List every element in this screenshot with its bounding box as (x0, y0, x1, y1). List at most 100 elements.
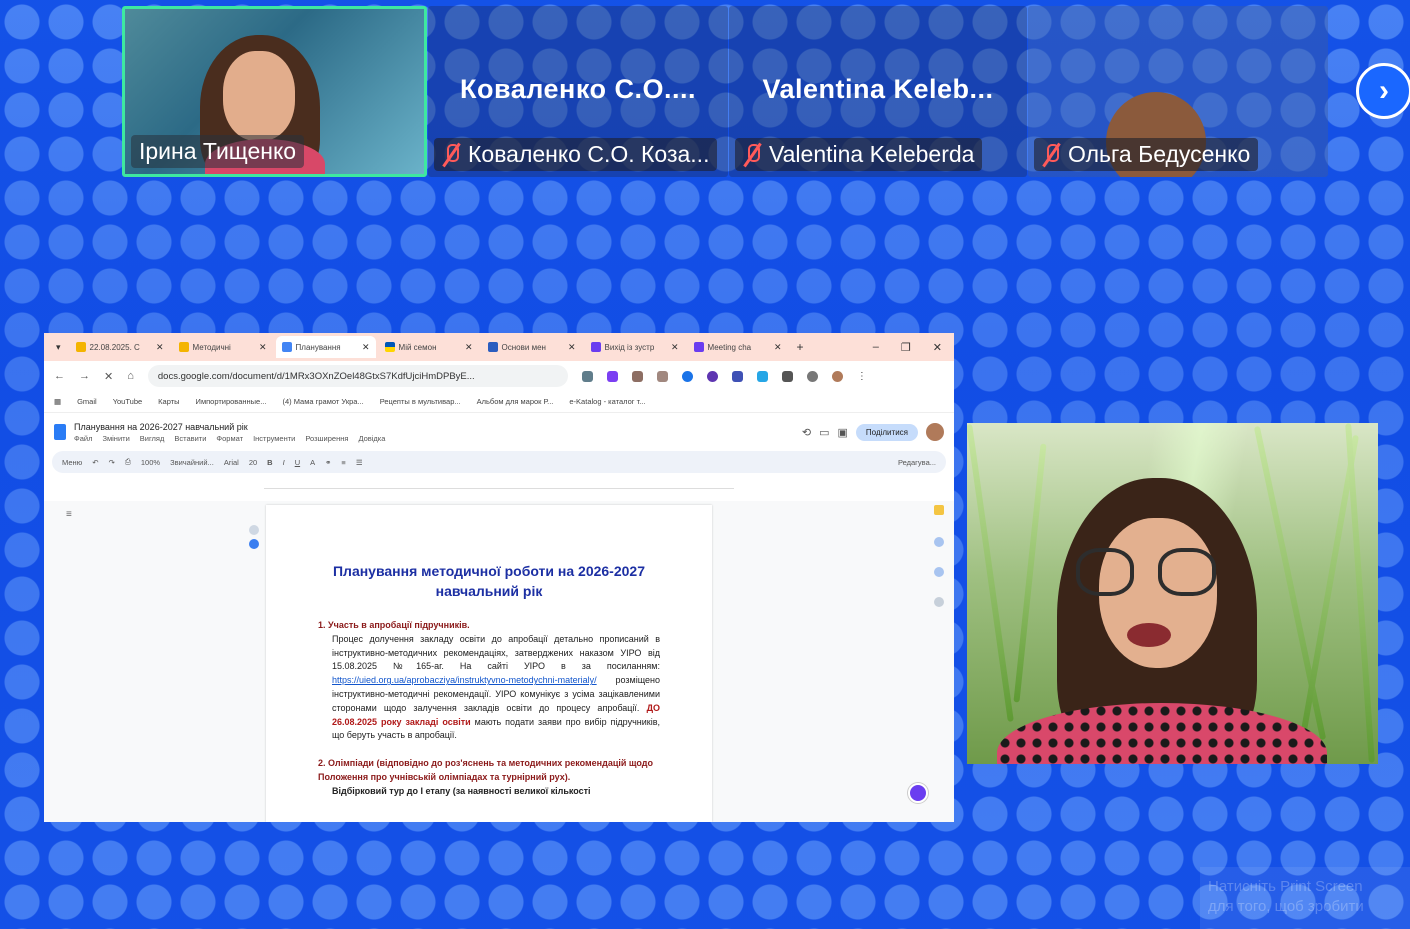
tab-search-icon[interactable]: ▾ (50, 342, 67, 353)
print-screen-hint: Натисніть Print Screen для того, щоб зро… (1200, 867, 1410, 929)
participant-tile-1[interactable]: Ірина Тищенко (122, 6, 427, 177)
document-title[interactable]: Планування на 2026-2027 навчальний рік (74, 422, 385, 432)
menu-file[interactable]: Файл (74, 434, 92, 443)
font-select[interactable]: Arial (224, 458, 239, 467)
extension-icon[interactable] (756, 370, 768, 382)
url-field[interactable]: docs.google.com/document/d/1MRx3OXnZOel4… (147, 365, 568, 387)
avatar[interactable] (926, 423, 944, 441)
extension-icon[interactable] (581, 370, 593, 382)
keep-icon[interactable] (934, 505, 944, 515)
undo-icon[interactable]: ↶ (92, 458, 98, 467)
extension-icon[interactable] (606, 370, 618, 382)
presenter-mouth (1127, 623, 1171, 647)
menu-help[interactable]: Довідка (358, 434, 385, 443)
browser-tab[interactable]: Meeting cha ✕ (688, 336, 788, 358)
close-icon[interactable]: ✕ (774, 342, 782, 353)
extension-icon[interactable] (706, 370, 718, 382)
close-icon[interactable]: ✕ (362, 342, 370, 353)
outline-icon[interactable]: ≡ (66, 509, 72, 520)
link-icon[interactable]: ⚭ (325, 458, 331, 467)
menu-format[interactable]: Формат (216, 434, 243, 443)
browser-tab[interactable]: Вихід із зустр ✕ (585, 336, 685, 358)
extension-icon[interactable] (631, 370, 643, 382)
menu-extensions[interactable]: Розширення (305, 434, 348, 443)
new-tab-button[interactable]: + (791, 340, 810, 354)
history-icon[interactable]: ⟲ (802, 426, 811, 439)
check-icon[interactable] (249, 539, 259, 549)
edit-mode-select[interactable]: Редагува... (898, 458, 936, 467)
contacts-icon[interactable] (934, 567, 944, 577)
list-item-title: 1. Участь в апробації підручників. (318, 620, 470, 630)
font-size-input[interactable]: 20 (249, 458, 257, 467)
underline-icon[interactable]: U (295, 458, 300, 467)
restore-icon[interactable]: ❐ (901, 341, 911, 354)
text-color-icon[interactable]: A (310, 458, 315, 467)
browser-tab-active[interactable]: Планування ✕ (275, 336, 376, 358)
browser-tab[interactable]: Мій семон ✕ (379, 336, 479, 358)
menu-search[interactable]: Меню (62, 458, 82, 467)
forward-icon[interactable]: → (79, 370, 90, 382)
bold-icon[interactable]: B (267, 458, 272, 467)
bookmark-item[interactable]: Gmail (77, 397, 97, 406)
document-page[interactable]: Планування методичної роботи на 2026-202… (266, 505, 712, 822)
bookmark-item[interactable]: e-Katalog - каталог т... (569, 397, 645, 406)
grass-blade (967, 424, 1014, 722)
close-icon[interactable]: ✕ (259, 342, 267, 353)
docs-header: Планування на 2026-2027 навчальний рік Ф… (44, 413, 954, 451)
meet-icon[interactable]: ▣ (838, 426, 848, 439)
menu-view[interactable]: Вигляд (140, 434, 165, 443)
profile-icon[interactable] (831, 370, 843, 382)
print-icon[interactable]: ⎙ (125, 457, 131, 467)
assistant-icon[interactable] (908, 783, 928, 803)
chevron-right-icon[interactable]: › (1356, 63, 1410, 119)
tasks-icon[interactable] (934, 537, 944, 547)
close-icon[interactable]: ✕ (671, 342, 679, 353)
style-select[interactable]: Звичайний... (170, 458, 214, 467)
comments-icon[interactable]: ▭ (819, 426, 829, 439)
extension-icon[interactable] (681, 370, 693, 382)
zoom-select[interactable]: 100% (141, 458, 160, 467)
browser-tab[interactable]: Методичні ✕ (173, 336, 273, 358)
bookmark-item[interactable]: Альбом для марок Р... (477, 397, 554, 406)
more-icon[interactable]: ⋮ (857, 371, 868, 382)
menu-insert[interactable]: Вставити (174, 434, 206, 443)
bookmark-item[interactable]: Карты (158, 397, 179, 406)
extension-icon[interactable] (731, 370, 743, 382)
close-window-icon[interactable]: ✕ (933, 341, 942, 354)
bookmark-item[interactable]: YouTube (113, 397, 142, 406)
mic-muted-icon (442, 143, 460, 167)
italic-icon[interactable]: I (283, 458, 285, 467)
close-icon[interactable]: ✕ (568, 342, 576, 353)
extension-icon[interactable] (656, 370, 668, 382)
bookmark-item[interactable]: Рецепты в мультивар... (380, 397, 461, 406)
document-link[interactable]: https://uied.org.ua/aprobacziya/instrukt… (332, 675, 597, 685)
menu-edit[interactable]: Змінити (102, 434, 129, 443)
close-icon[interactable]: ✕ (465, 342, 473, 353)
bookmark-item[interactable]: (4) Мама грамот Укра... (282, 397, 363, 406)
bookmark-item[interactable]: Импортированные... (196, 397, 267, 406)
link-icon[interactable] (806, 370, 818, 382)
participant-tile-3[interactable]: Valentina Keleb... Valentina Keleberda (729, 6, 1027, 177)
redo-icon[interactable]: ↷ (109, 458, 115, 467)
close-icon[interactable]: ✕ (156, 342, 164, 353)
shared-screen: ▾ 22.08.2025. С ✕ Методичні ✕ Планування ✕… (44, 333, 954, 822)
back-icon[interactable]: ← (54, 370, 65, 382)
home-icon[interactable]: ⌂ (127, 370, 134, 382)
minimize-icon[interactable]: – (873, 341, 879, 354)
menu-tools[interactable]: Інструменти (253, 434, 295, 443)
puzzle-icon[interactable] (781, 370, 793, 382)
participant-tile-4[interactable]: Ольга Бедусенко (1028, 6, 1328, 177)
browser-tab[interactable]: Основи мен ✕ (482, 336, 582, 358)
docs-logo-icon[interactable] (54, 424, 66, 440)
list-icon[interactable]: ☰ (356, 458, 363, 467)
participant-tile-2[interactable]: Коваленко С.О.... Коваленко С.О. Коза... (428, 6, 728, 177)
share-button[interactable]: Поділитися (855, 423, 918, 441)
comment-add-icon[interactable] (249, 525, 259, 535)
mic-muted-icon (743, 143, 761, 167)
apps-icon[interactable]: ▦ (54, 397, 61, 406)
maps-icon[interactable] (934, 597, 944, 607)
stop-icon[interactable]: ✕ (104, 370, 113, 383)
ruler (264, 477, 734, 489)
align-icon[interactable]: ≡ (341, 458, 345, 467)
browser-tab[interactable]: 22.08.2025. С ✕ (70, 336, 170, 358)
